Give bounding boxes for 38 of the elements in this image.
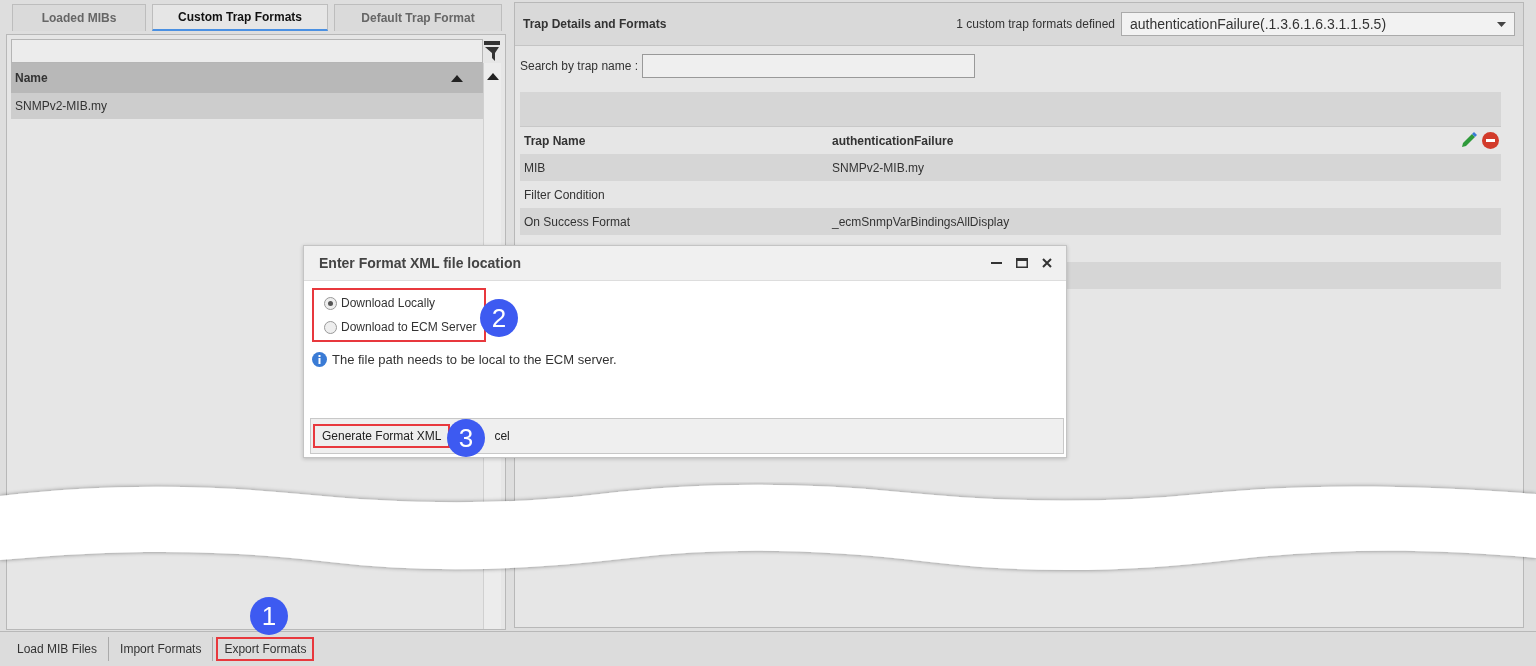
filter-icon[interactable] <box>484 41 500 61</box>
detail-value: authenticationFailure <box>832 133 955 148</box>
tab[interactable]: Custom Trap Formats <box>152 4 328 31</box>
detail-label: Trap Name <box>524 133 587 148</box>
radio-label[interactable]: Download to ECM Server <box>341 320 477 334</box>
trap-dropdown[interactable]: authenticationFailure(.1.3.6.1.6.3.1.1.5.5) <box>1121 12 1515 36</box>
trap-count-text: 1 custom trap formats defined <box>956 17 1115 31</box>
detail-label: On Success Format <box>524 214 632 229</box>
caret-icon <box>1497 21 1506 27</box>
delete-icon[interactable] <box>1482 132 1499 149</box>
panel-title: Trap Details and Formats <box>523 17 668 31</box>
info-icon <box>312 352 327 367</box>
tab[interactable]: Loaded MIBs <box>12 4 146 31</box>
dialog-button[interactable]: cel <box>492 424 519 448</box>
toolbar-button[interactable]: Export Formats <box>216 637 315 661</box>
toolbar-button[interactable]: Import Formats <box>112 637 210 661</box>
close-icon[interactable] <box>1042 258 1052 268</box>
toolbar-button[interactable]: Load MIB Files <box>9 637 106 661</box>
search-label: Search by trap name : <box>520 59 639 73</box>
detail-label: MIB <box>524 160 547 175</box>
sort-ascending-icon[interactable] <box>451 75 463 82</box>
radio-button[interactable] <box>324 320 337 334</box>
filter-field[interactable] <box>11 39 483 63</box>
maximize-icon[interactable] <box>1016 258 1028 268</box>
info-message: The file path needs to be local to the ECM server. <box>332 352 617 367</box>
edit-pencil-icon[interactable] <box>1461 132 1477 148</box>
detail-label: Filter Condition <box>524 187 606 202</box>
scroll-up-icon[interactable] <box>486 73 499 80</box>
tab[interactable]: Default Trap Format <box>334 4 502 31</box>
column-header[interactable]: Name <box>15 71 48 85</box>
detail-value: SNMPv2-MIB.my <box>832 160 925 175</box>
search-field[interactable] <box>642 54 976 78</box>
table-row[interactable]: SNMPv2-MIB.my <box>11 93 483 119</box>
dialog-button[interactable]: Generate Format XML <box>313 424 451 448</box>
dialog-title: Enter Format XML file location <box>319 255 522 271</box>
radio-button[interactable] <box>324 296 337 310</box>
radio-label[interactable]: Download Locally <box>341 296 436 310</box>
detail-value: _ecmSnmpVarBindingsAllDisplay <box>832 214 1011 229</box>
